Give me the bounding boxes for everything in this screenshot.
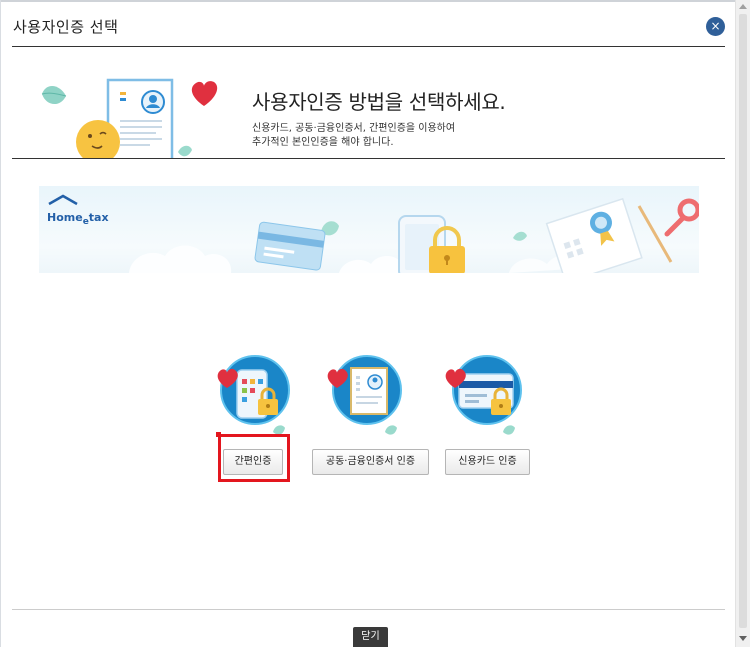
hero-heading: 사용자인증 방법을 선택하세요. <box>252 90 506 114</box>
vertical-scrollbar[interactable] <box>735 0 750 647</box>
credit-card-auth-button[interactable]: 신용카드 인증 <box>445 449 530 475</box>
scroll-thumb[interactable] <box>739 14 747 628</box>
dialog-title: 사용자인증 선택 <box>13 18 119 36</box>
scroll-down-icon[interactable] <box>739 636 747 641</box>
close-icon[interactable]: × <box>706 17 725 36</box>
hero-description-line1: 신용카드, 공동·금융인증서, 간편인증을 이용하여 <box>252 123 456 134</box>
scroll-up-icon[interactable] <box>739 4 747 9</box>
hometax-logo-home: Home <box>47 211 83 224</box>
hero-description-line2: 추가적인 본인인증을 해야 합니다. <box>252 137 394 148</box>
highlight-box <box>218 434 290 482</box>
mobile-lock-icon <box>213 354 293 440</box>
certificate-auth-button[interactable]: 공동·금융인증서 인증 <box>312 449 429 475</box>
footer-close-button[interactable]: 닫기 <box>353 627 388 647</box>
footer-divider <box>12 609 725 610</box>
hometax-logo: Homeetax <box>47 194 109 227</box>
window-left-border <box>0 0 1 647</box>
credit-card-lock-icon <box>443 354 523 440</box>
certificate-icon <box>323 354 403 440</box>
title-divider <box>12 46 725 47</box>
window-top-border <box>0 0 750 2</box>
hero-illustration <box>36 72 226 158</box>
highlight-box-corner <box>216 432 221 437</box>
hometax-banner: Homeetax <box>39 186 699 273</box>
hometax-logo-e: e <box>82 217 89 227</box>
hero-divider <box>12 158 725 159</box>
hometax-logo-tax: tax <box>88 211 109 224</box>
